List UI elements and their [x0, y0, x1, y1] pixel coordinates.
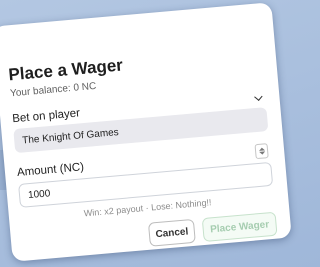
wager-dialog: Place a Wager Your balance: 0 NC Bet on … — [0, 2, 292, 262]
stepper-arrows-icon[interactable] — [254, 143, 269, 160]
cancel-button[interactable]: Cancel — [147, 218, 196, 247]
chevron-down-icon[interactable] — [254, 91, 263, 101]
stepper-down-icon[interactable] — [258, 151, 265, 155]
place-wager-button[interactable]: Place Wager — [201, 211, 278, 243]
stepper-up-icon[interactable] — [258, 147, 265, 151]
amount-label: Amount (NC) — [16, 160, 85, 179]
